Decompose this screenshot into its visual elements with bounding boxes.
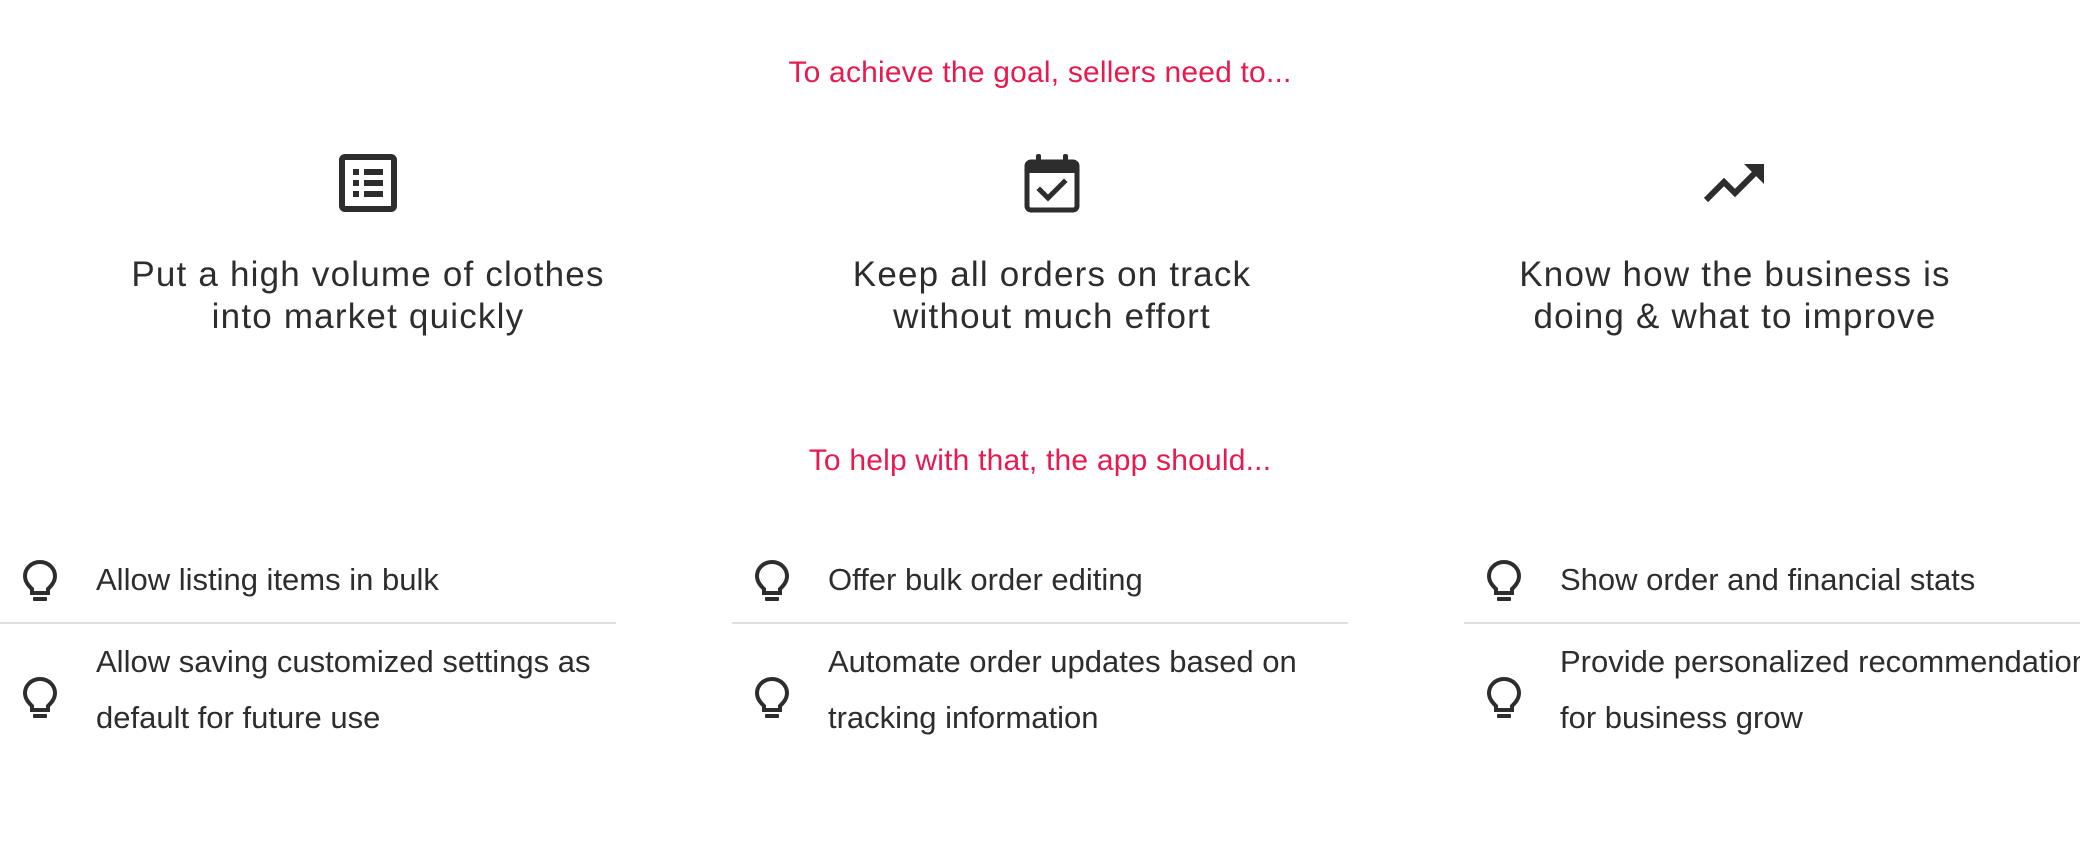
feature-text: Provide personalized recommendations for…	[1560, 644, 2080, 735]
goal-order-tracking: Keep all orders on track without much ef…	[752, 150, 1352, 338]
goal-text: Know how the business is doing & what to…	[1435, 254, 2035, 338]
goals-heading: To achieve the goal, sellers need to...	[788, 56, 1292, 89]
goal-text-line-2: without much effort	[893, 297, 1211, 336]
feature-text: Allow listing items in bulk	[96, 562, 439, 597]
feature-item: Show order and financial stats	[1464, 540, 2080, 624]
feature-item: Automate order updates based on tracking…	[732, 624, 1348, 774]
feature-column-listing: Allow listing items in bulk Allow saving…	[0, 540, 616, 774]
goal-text-line-1: Put a high volume of clothes	[131, 255, 605, 294]
feature-item: Allow saving customized settings as defa…	[0, 624, 616, 774]
goal-text-line-1: Know how the business is	[1519, 255, 1951, 294]
goal-bulk-listing: Put a high volume of clothes into market…	[68, 150, 668, 338]
lightbulb-icon	[754, 559, 790, 601]
calendar-check-icon	[1024, 154, 1080, 213]
feature-column-orders: Offer bulk order editing Automate order …	[732, 540, 1348, 774]
feature-text: Allow saving customized settings as defa…	[96, 644, 591, 735]
lightbulb-icon	[754, 676, 790, 718]
goal-text: Keep all orders on track without much ef…	[752, 254, 1352, 338]
feature-item: Allow listing items in bulk	[0, 540, 616, 624]
goal-text: Put a high volume of clothes into market…	[68, 254, 668, 338]
feature-text: Automate order updates based on tracking…	[828, 644, 1297, 735]
goal-text-line-2: into market quickly	[211, 297, 525, 336]
trending-up-icon	[1703, 164, 1764, 203]
list-icon	[339, 154, 397, 212]
lightbulb-icon	[1486, 676, 1522, 718]
lightbulb-icon	[22, 676, 58, 718]
feature-text: Show order and financial stats	[1560, 562, 1976, 597]
goal-text-line-1: Keep all orders on track	[852, 255, 1252, 294]
feature-item: Provide personalized recommendations for…	[1464, 624, 2080, 774]
lightbulb-icon	[22, 559, 58, 601]
goal-business-insight: Know how the business is doing & what to…	[1435, 150, 2035, 338]
feature-item: Offer bulk order editing	[732, 540, 1348, 624]
goal-text-line-2: doing & what to improve	[1533, 297, 1937, 336]
feature-column-stats: Show order and financial stats Provide p…	[1464, 540, 2080, 774]
feature-text: Offer bulk order editing	[828, 562, 1143, 597]
lightbulb-icon	[1486, 559, 1522, 601]
app-heading: To help with that, the app should...	[808, 444, 1272, 477]
